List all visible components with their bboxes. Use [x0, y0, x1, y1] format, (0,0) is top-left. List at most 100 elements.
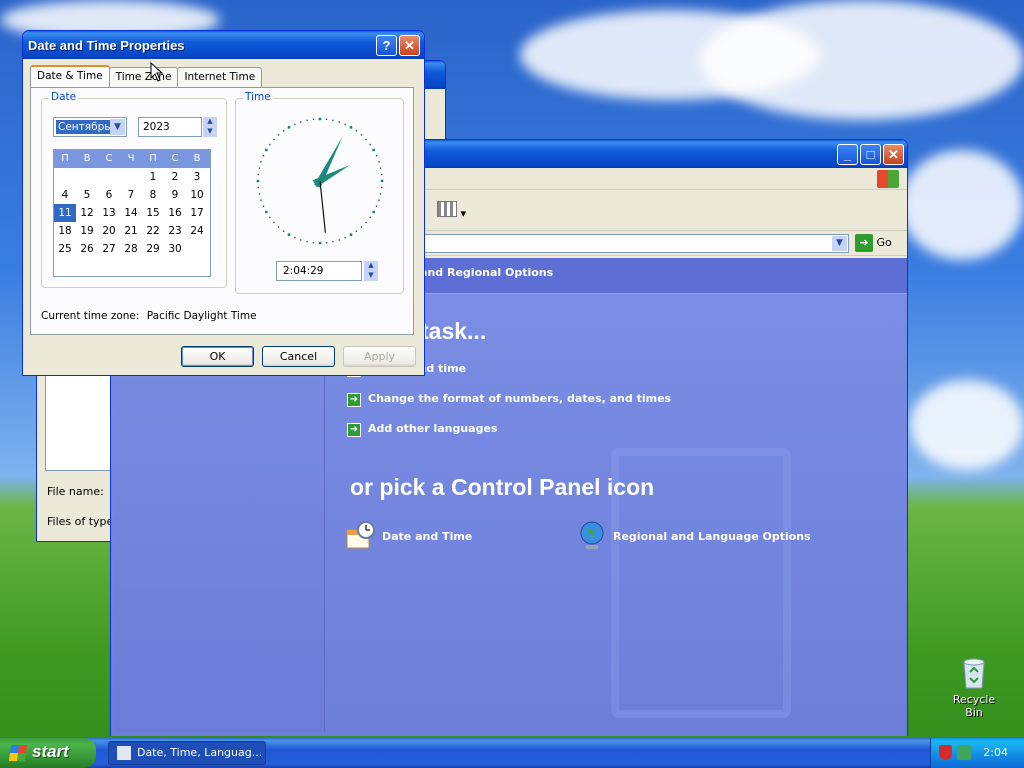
month-select[interactable]: Сентябрь ▼ — [53, 117, 127, 137]
calendar-day[interactable]: 28 — [120, 240, 142, 258]
time-value: 2:04:29 — [283, 265, 324, 277]
spin-up-icon[interactable]: ▲ — [364, 261, 378, 271]
minimize-button[interactable]: _ — [837, 144, 858, 165]
calendar[interactable]: П В С Ч П С В 1 2 3 4 5 6 7 8 9 10 11 12 13 14 15 16 17 1… — [53, 149, 211, 277]
calendar-day[interactable]: 5 — [76, 186, 98, 204]
clock-tick — [256, 179, 260, 183]
time-spinner[interactable]: 2:04:29 — [276, 261, 362, 281]
cp-icon-regional[interactable]: Regional and Language Options — [577, 520, 811, 552]
weekday-label: П — [61, 153, 69, 164]
calendar-day[interactable]: 6 — [98, 186, 120, 204]
taskbar-task-button[interactable]: Date, Time, Languag... — [108, 741, 266, 765]
calendar-day[interactable]: 13 — [98, 204, 120, 222]
weekday-label: С — [105, 153, 113, 164]
security-shield-icon[interactable] — [939, 745, 952, 760]
calendar-day[interactable]: 23 — [164, 222, 186, 240]
calendar-day[interactable]: 16 — [164, 204, 186, 222]
cancel-button[interactable]: Cancel — [262, 346, 335, 367]
clock-tick — [378, 199, 380, 201]
clock-tick — [338, 239, 340, 241]
clock-tick — [269, 216, 271, 219]
cloud — [900, 150, 1024, 260]
calendar-day[interactable]: 11 — [54, 204, 76, 222]
safely-remove-hardware-icon[interactable] — [957, 745, 971, 760]
calendar-blank — [98, 168, 120, 186]
calendar-day[interactable]: 30 — [164, 240, 186, 258]
month-value: Сентябрь — [56, 120, 113, 134]
calendar-days[interactable]: 1 2 3 4 5 6 7 8 9 10 11 12 13 14 15 16 17 18 19 20 21 22 23 24 2… — [54, 168, 210, 258]
clock-tick — [332, 119, 334, 122]
chevron-down-icon[interactable]: ▼ — [110, 119, 125, 135]
calendar-day[interactable]: 9 — [164, 186, 186, 204]
close-button[interactable]: ✕ — [883, 144, 904, 165]
globe-icon — [580, 521, 604, 549]
calendar-day[interactable]: 27 — [98, 240, 120, 258]
control-panel-icon — [117, 746, 131, 760]
calendar-day[interactable]: 15 — [142, 204, 164, 222]
maximize-button[interactable]: □ — [860, 144, 881, 165]
help-button[interactable]: ? — [376, 35, 397, 56]
tray-clock[interactable]: 2:04 — [983, 746, 1008, 759]
calendar-day[interactable]: 12 — [76, 204, 98, 222]
task-label: Date, Time, Languag... — [137, 746, 263, 759]
task-link-change-format[interactable]: ➜ Change the format of numbers, dates, an… — [347, 392, 671, 407]
clock-tick — [273, 221, 275, 224]
year-spin-buttons[interactable]: ▲ ▼ — [203, 117, 217, 137]
calendar-day[interactable]: 14 — [120, 204, 142, 222]
file-name-label: File name: — [47, 485, 104, 498]
system-tray: 2:04 — [930, 738, 1024, 768]
calendar-weekday-header: П В С Ч П С В — [54, 150, 210, 168]
time-spin-buttons[interactable]: ▲ ▼ — [364, 261, 378, 281]
calendar-day[interactable]: 29 — [142, 240, 164, 258]
address-dropdown-icon[interactable]: ▼ — [832, 236, 847, 251]
cloud — [700, 0, 1024, 120]
calendar-day[interactable]: 8 — [142, 186, 164, 204]
calendar-day[interactable]: 4 — [54, 186, 76, 204]
icon-heading: or pick a Control Panel icon — [350, 474, 655, 500]
clock-tick — [294, 123, 296, 126]
spin-up-icon[interactable]: ▲ — [203, 117, 217, 127]
clock-tick — [277, 226, 280, 228]
dialog-close-button[interactable]: ✕ — [399, 35, 420, 56]
calendar-day[interactable]: 19 — [76, 222, 98, 240]
calendar-day[interactable]: 24 — [186, 222, 208, 240]
spin-down-icon[interactable]: ▼ — [364, 271, 378, 281]
mouse-cursor-icon — [150, 62, 164, 82]
tab-date-time[interactable]: Date & Time — [30, 65, 110, 87]
year-spinner[interactable]: 2023 — [138, 117, 202, 137]
calendar-day[interactable]: 1 — [142, 168, 164, 186]
go-button[interactable]: ➜ Go — [855, 234, 892, 252]
calendar-day[interactable]: 2 — [164, 168, 186, 186]
calendar-day[interactable]: 7 — [120, 186, 142, 204]
task-link-add-languages[interactable]: ➜ Add other languages — [347, 422, 498, 437]
calendar-day[interactable]: 10 — [186, 186, 208, 204]
calendar-day[interactable]: 3 — [186, 168, 208, 186]
calendar-day[interactable]: 17 — [186, 204, 208, 222]
weekday-label: В — [193, 153, 201, 164]
time-group-label: Time — [243, 91, 273, 103]
current-tz-label: Current time zone: — [41, 310, 140, 322]
tab-internet-time[interactable]: Internet Time — [177, 67, 263, 87]
cp-icon-date-time[interactable]: Date and Time — [345, 520, 472, 552]
clock-tick — [365, 138, 367, 141]
ok-button[interactable]: OK — [181, 346, 254, 367]
calendar-day[interactable]: 21 — [120, 222, 142, 240]
clock-tick — [312, 242, 315, 244]
start-button[interactable]: start — [0, 738, 96, 768]
recycle-bin[interactable]: Recycle Bin — [944, 656, 1004, 719]
task-heading: task... — [421, 318, 487, 344]
calendar-day[interactable]: 26 — [76, 240, 98, 258]
weekday-label: В — [83, 153, 91, 164]
clock-tick — [300, 239, 302, 241]
calendar-day[interactable]: 20 — [98, 222, 120, 240]
calendar-day[interactable]: 25 — [54, 240, 76, 258]
date-group-label: Date — [49, 91, 79, 103]
calendar-day[interactable]: 18 — [54, 222, 76, 240]
clock-tick — [258, 193, 261, 195]
tab-time-zone[interactable]: Time Zone — [108, 67, 179, 87]
calendar-day[interactable]: 22 — [142, 222, 164, 240]
spin-down-icon[interactable]: ▼ — [203, 127, 217, 137]
views-button[interactable]: ▾ — [437, 201, 471, 223]
clock-tick — [349, 233, 353, 236]
apply-button[interactable]: Apply — [343, 346, 416, 367]
